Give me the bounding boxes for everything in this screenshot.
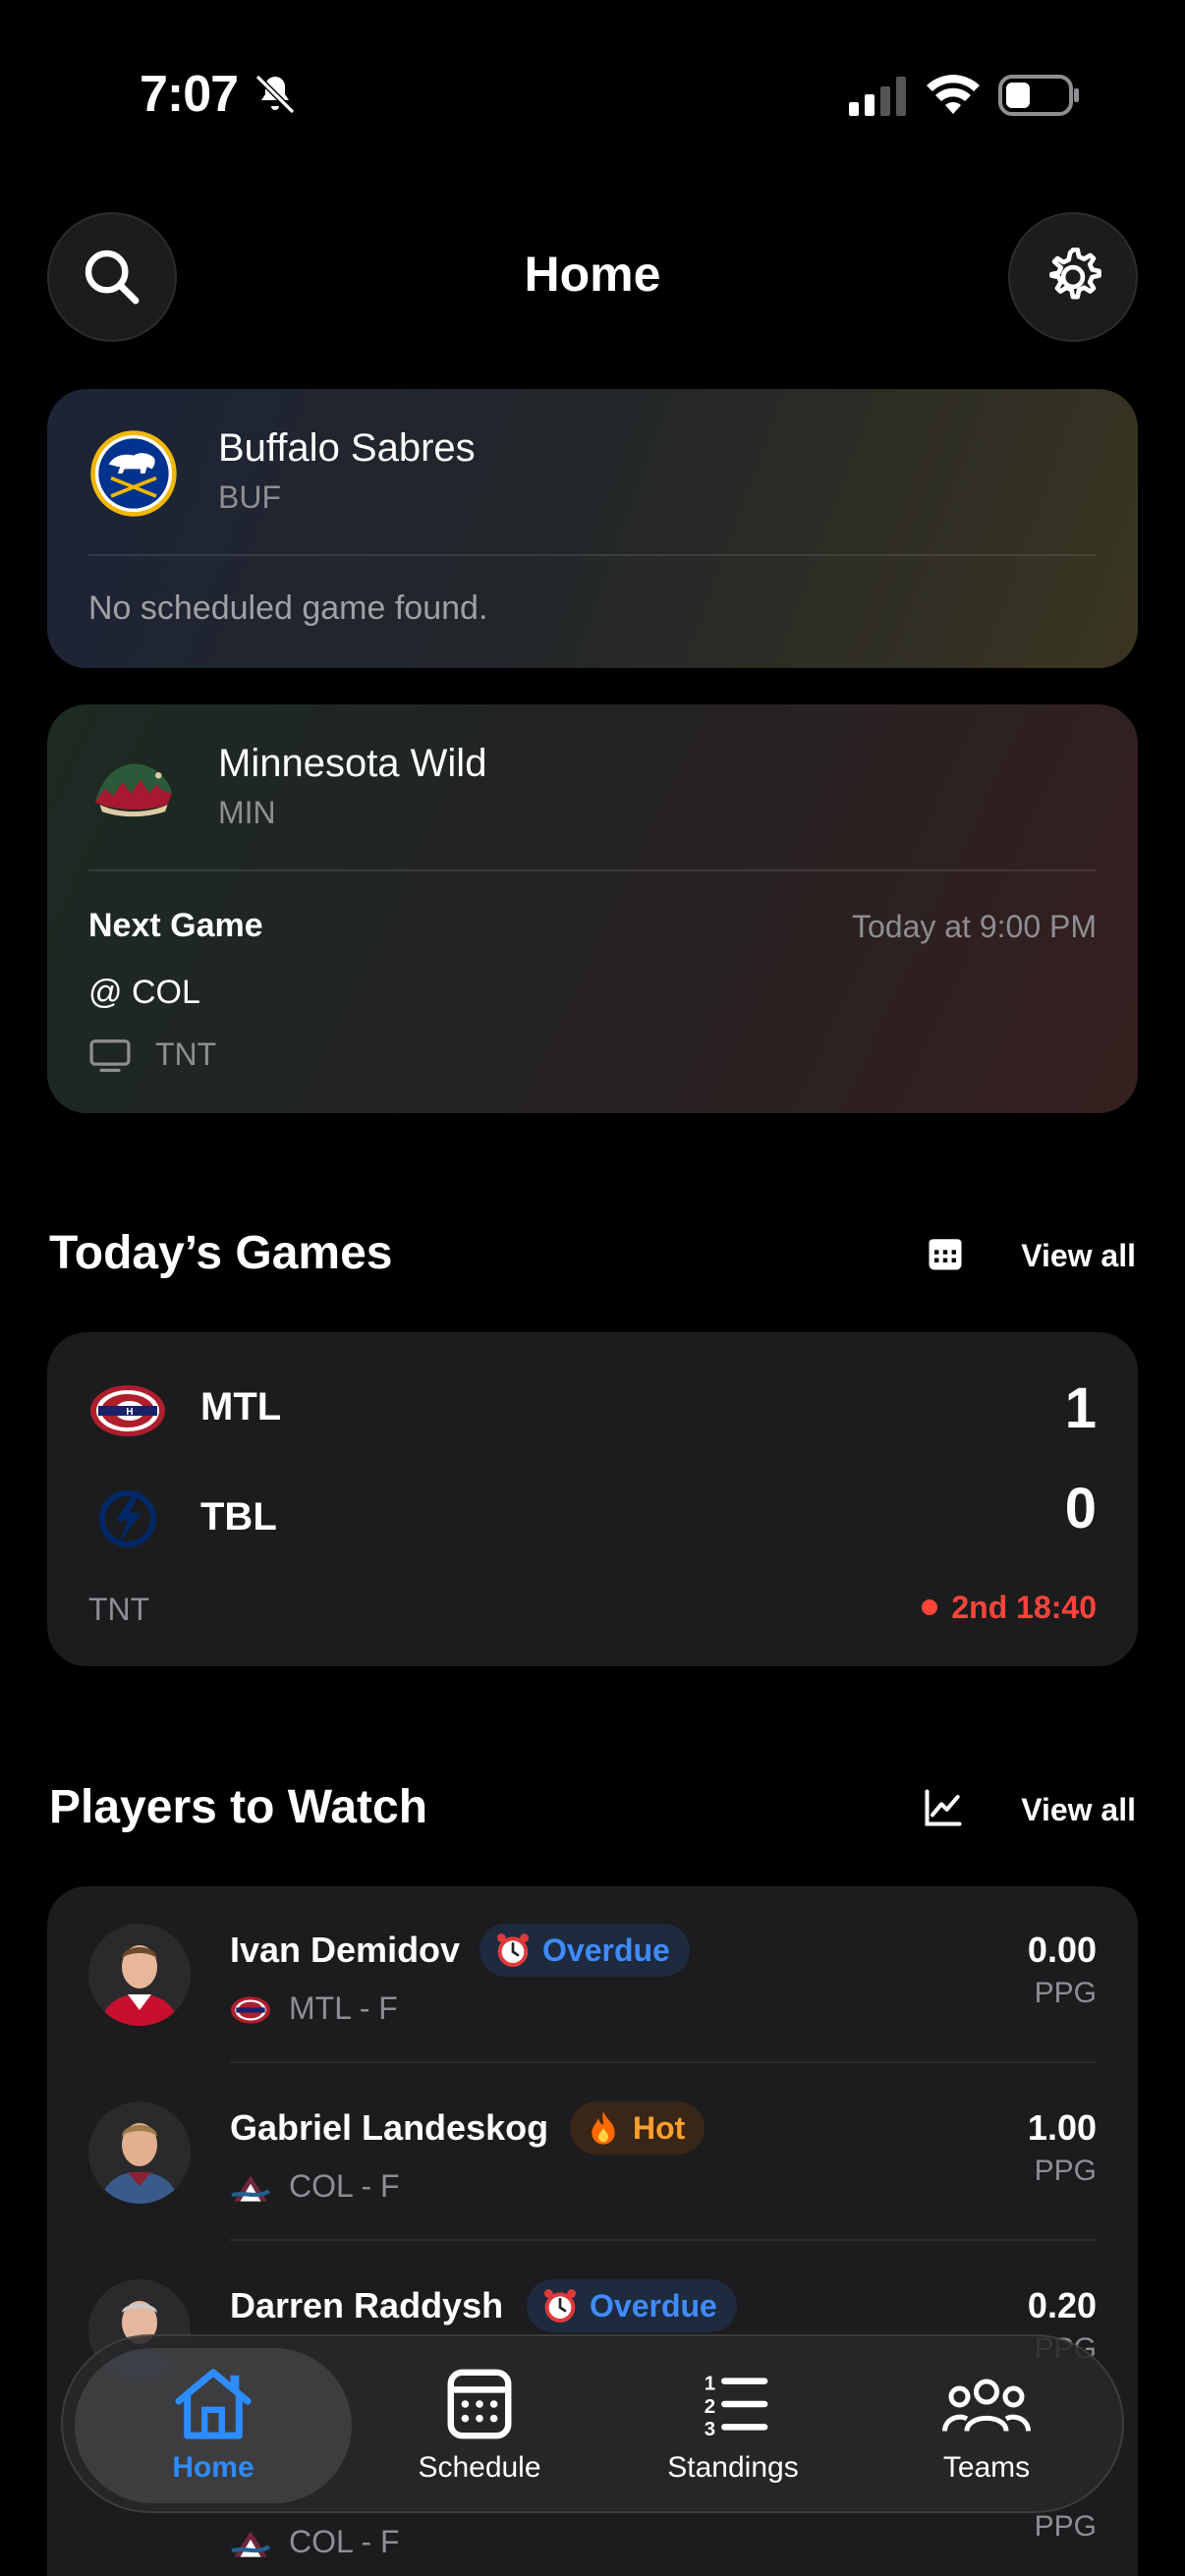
trend-chart-icon[interactable] bbox=[922, 1786, 965, 1829]
battery-icon bbox=[998, 75, 1079, 116]
gear-icon bbox=[1049, 247, 1101, 300]
player-headshot bbox=[88, 2101, 191, 2204]
numbered-list-icon: 1 2 3 bbox=[705, 2372, 768, 2440]
team-name: Buffalo Sabres bbox=[218, 426, 476, 470]
player-ppg-label: PPG bbox=[1034, 2510, 1097, 2543]
alarm-clock-icon bbox=[544, 2289, 576, 2323]
montreal-canadiens-logo bbox=[231, 1996, 270, 2024]
player-ppg-value: 0.20 bbox=[1027, 2285, 1097, 2325]
svg-text:3: 3 bbox=[705, 2418, 715, 2440]
favorite-team-card-min[interactable]: Minnesota Wild MIN Next Game Today at 9:… bbox=[47, 704, 1138, 1113]
montreal-canadiens-logo: H bbox=[90, 1385, 165, 1436]
players-to-watch-title: Players to Watch bbox=[49, 1781, 428, 1833]
tab-label: Teams bbox=[942, 2451, 1031, 2484]
alarm-clock-icon bbox=[497, 1933, 529, 1967]
live-indicator-icon bbox=[922, 1598, 938, 1615]
player-team-position: COL - F bbox=[289, 2524, 400, 2559]
divider bbox=[230, 2239, 1097, 2241]
game-network: TNT bbox=[88, 1592, 150, 1627]
player-row[interactable]: Ivan Demidov Overdue MTL - F 0.00 PPG bbox=[47, 1886, 1138, 2063]
players-view-all-link[interactable]: View all bbox=[1021, 1792, 1136, 1828]
wifi-icon bbox=[927, 75, 980, 114]
favorite-team-card-buf[interactable]: Buffalo Sabres BUF No scheduled game fou… bbox=[47, 389, 1138, 668]
status-time: 7:07 bbox=[140, 66, 239, 123]
game-away-team: TBL bbox=[200, 1495, 277, 1539]
player-ppg-label: PPG bbox=[1034, 1977, 1097, 2009]
game-card[interactable]: H MTL 1 TBL 0 TNT 2nd 18:40 bbox=[47, 1332, 1138, 1666]
calendar-icon[interactable] bbox=[924, 1232, 967, 1275]
next-game-opponent: @ COL bbox=[88, 974, 200, 1011]
player-name: Darren Raddysh bbox=[230, 2285, 504, 2325]
badge-label: Overdue bbox=[590, 2287, 717, 2324]
player-ppg-value: 1.00 bbox=[1027, 2107, 1097, 2148]
todays-games-title: Today’s Games bbox=[49, 1227, 393, 1279]
tv-icon bbox=[89, 1039, 131, 1073]
colorado-avalanche-logo bbox=[231, 2175, 271, 2202]
status-bar: 7:07 bbox=[0, 0, 1185, 187]
game-home-team: MTL bbox=[200, 1385, 282, 1428]
overdue-badge: Overdue bbox=[480, 1924, 690, 1977]
tab-label: Schedule bbox=[418, 2451, 541, 2484]
todays-games-view-all-link[interactable]: View all bbox=[1021, 1238, 1136, 1274]
game-away-score: 0 bbox=[1064, 1477, 1097, 1540]
svg-text:1: 1 bbox=[705, 2372, 715, 2394]
buffalo-sabres-logo bbox=[90, 430, 177, 517]
player-name: Ivan Demidov bbox=[230, 1930, 461, 1970]
no-game-message: No scheduled game found. bbox=[88, 589, 488, 627]
svg-text:2: 2 bbox=[705, 2395, 715, 2418]
divider bbox=[230, 2061, 1097, 2063]
badge-label: Overdue bbox=[542, 1932, 670, 1968]
tab-label: Home bbox=[172, 2451, 254, 2484]
divider bbox=[88, 869, 1097, 871]
minnesota-wild-logo bbox=[94, 763, 173, 817]
overdue-badge: Overdue bbox=[527, 2279, 737, 2332]
hot-badge: Hot bbox=[570, 2101, 705, 2155]
colorado-avalanche-logo bbox=[231, 2531, 271, 2557]
tab-home[interactable]: Home bbox=[75, 2336, 352, 2515]
calendar-icon bbox=[447, 2369, 512, 2439]
settings-button[interactable] bbox=[1008, 212, 1138, 342]
tampa-bay-lightning-logo bbox=[99, 1490, 156, 1547]
bell-off-icon bbox=[254, 74, 296, 115]
divider bbox=[88, 554, 1097, 556]
broadcast-network: TNT bbox=[155, 1036, 217, 1072]
badge-label: Hot bbox=[633, 2109, 686, 2146]
house-icon bbox=[175, 2369, 252, 2439]
game-live-status: 2nd 18:40 bbox=[922, 1590, 1097, 1626]
player-name: Gabriel Landeskog bbox=[230, 2107, 549, 2148]
player-row[interactable]: Gabriel Landeskog Hot COL - F 1.00 PPG bbox=[47, 2064, 1138, 2241]
team-abbr: MIN bbox=[218, 795, 276, 830]
tab-bar: Home Schedule 1 2 3 Standings Teams bbox=[61, 2334, 1124, 2513]
player-ppg-value: 0.00 bbox=[1027, 1930, 1097, 1970]
tab-teams[interactable]: Teams bbox=[861, 2336, 1112, 2515]
team-abbr: BUF bbox=[218, 479, 281, 515]
tab-label: Standings bbox=[667, 2451, 799, 2484]
player-team-position: COL - F bbox=[289, 2168, 400, 2204]
next-game-label: Next Game bbox=[88, 907, 263, 944]
game-period-clock: 2nd 18:40 bbox=[951, 1590, 1097, 1625]
cellular-signal-icon bbox=[849, 77, 906, 116]
player-headshot bbox=[88, 1924, 191, 2026]
fire-icon bbox=[592, 2111, 615, 2145]
game-home-score: 1 bbox=[1064, 1376, 1097, 1440]
svg-text:H: H bbox=[126, 1407, 133, 1418]
people-group-icon bbox=[942, 2379, 1031, 2433]
tab-standings[interactable]: 1 2 3 Standings bbox=[607, 2336, 859, 2515]
player-ppg-label: PPG bbox=[1034, 2155, 1097, 2187]
team-name: Minnesota Wild bbox=[218, 742, 487, 785]
next-game-time: Today at 9:00 PM bbox=[851, 909, 1097, 944]
tab-schedule[interactable]: Schedule bbox=[354, 2336, 605, 2515]
player-team-position: MTL - F bbox=[289, 1990, 398, 2026]
